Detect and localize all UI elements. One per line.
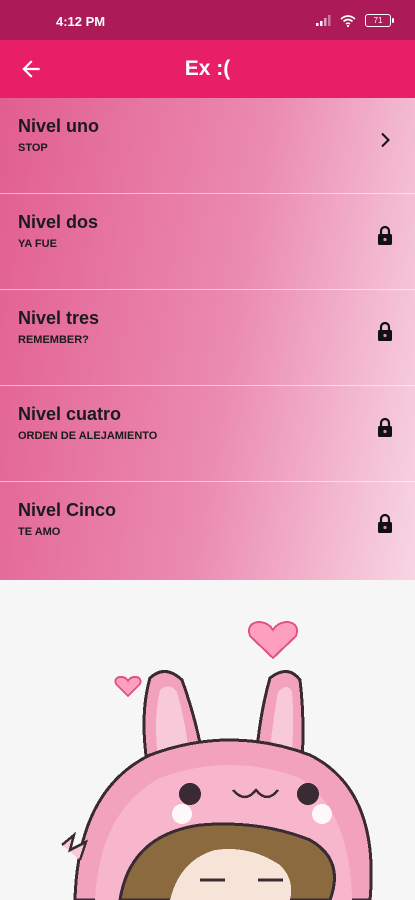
level-subtitle: REMEMBER? [18, 334, 89, 346]
wifi-icon [340, 14, 356, 27]
status-bar: 4:12 PM 71 [0, 0, 415, 40]
level-subtitle: ORDEN DE ALEJAMIENTO [18, 430, 158, 442]
level-item-3[interactable]: Nivel tres REMEMBER? [0, 290, 415, 386]
battery-icon: 71 [365, 14, 394, 27]
heart-icon [248, 620, 298, 660]
chevron-right-icon[interactable] [373, 128, 397, 152]
lock-icon [378, 321, 392, 341]
level-item-4[interactable]: Nivel cuatro ORDEN DE ALEJAMIENTO [0, 386, 415, 482]
level-title: Nivel cuatro [18, 404, 122, 424]
lock-icon [378, 225, 392, 245]
status-time: 4:12 PM [56, 14, 106, 29]
level-item-1[interactable]: Nivel uno STOP [0, 98, 415, 194]
level-subtitle: YA FUE [18, 238, 57, 250]
lock-icon [378, 513, 392, 533]
level-title: Nivel tres [18, 308, 100, 328]
bunny-hood-illustration [0, 580, 415, 900]
level-subtitle: TE AMO [18, 526, 61, 538]
lock-icon [378, 417, 392, 437]
status-icons: 71 [316, 14, 394, 27]
level-title: Nivel Cinco [18, 500, 117, 520]
level-item-5[interactable]: Nivel Cinco TE AMO [0, 482, 415, 578]
level-title: Nivel uno [18, 116, 100, 136]
app-bar: Ex :( [0, 40, 415, 98]
page-title: Ex :( [184, 57, 231, 80]
heart-icon [114, 675, 142, 698]
level-title: Nivel dos [18, 212, 99, 232]
level-item-2[interactable]: Nivel dos YA FUE [0, 194, 415, 290]
signal-icon [316, 15, 331, 26]
levels-list: Nivel uno STOP Nivel dos YA FUE Nivel tr… [0, 98, 415, 580]
level-subtitle: STOP [18, 142, 48, 154]
